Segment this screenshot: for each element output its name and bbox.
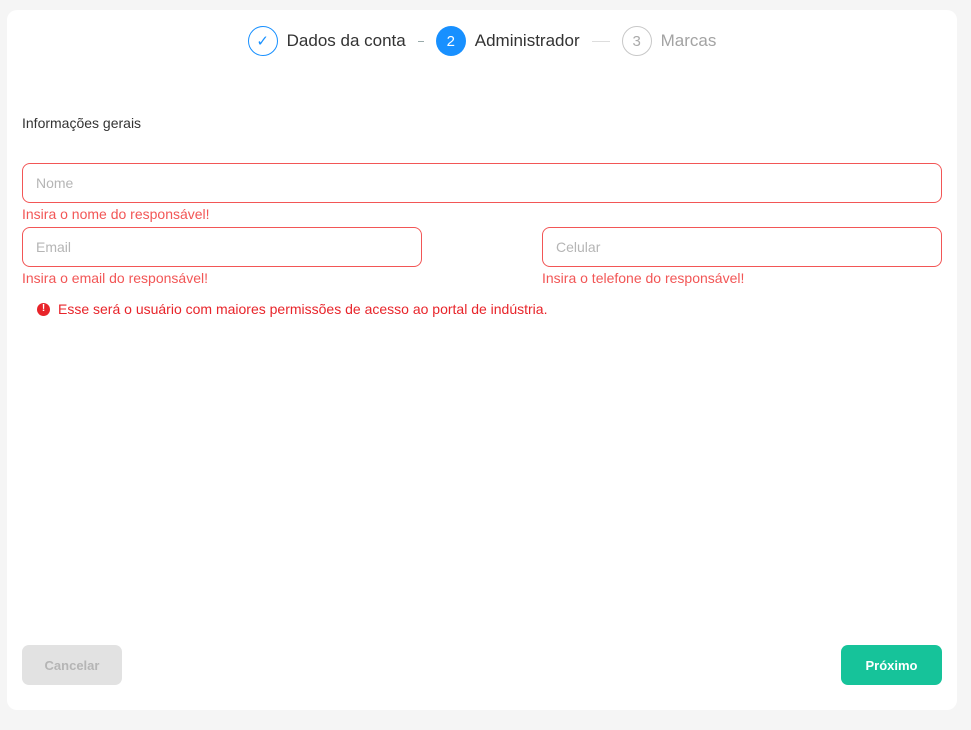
step-label: Administrador <box>474 31 580 50</box>
step-marcas[interactable]: 3 Marcas <box>621 26 717 56</box>
step-label: Dados da conta <box>286 31 406 50</box>
celular-input[interactable] <box>554 238 930 256</box>
form-card: ✓ Dados da conta 2 Administrador 3 Marca… <box>7 10 957 710</box>
email-field-wrapper <box>22 227 422 267</box>
email-input[interactable] <box>34 238 410 256</box>
step-number: 2 <box>435 26 466 56</box>
nome-error: Insira o nome do responsável! <box>22 206 210 222</box>
email-error: Insira o email do responsável! <box>22 270 208 286</box>
steps-progress: ✓ Dados da conta 2 Administrador 3 Marca… <box>7 26 957 56</box>
step-divider <box>417 40 424 42</box>
check-icon: ✓ <box>247 26 278 56</box>
nome-field-wrapper <box>22 163 942 203</box>
step-number: 3 <box>621 26 652 56</box>
nome-input[interactable] <box>34 174 930 192</box>
cancel-button[interactable]: Cancelar <box>22 645 122 685</box>
step-dados-da-conta[interactable]: ✓ Dados da conta <box>247 26 406 56</box>
next-button[interactable]: Próximo <box>841 645 942 685</box>
exclamation-circle-icon: ! <box>37 302 50 316</box>
notice-text: Esse será o usuário com maiores permissõ… <box>58 301 548 317</box>
step-administrador[interactable]: 2 Administrador <box>435 26 580 56</box>
celular-field-wrapper <box>542 227 942 267</box>
celular-error: Insira o telefone do responsável! <box>542 270 745 286</box>
admin-notice: ! Esse será o usuário com maiores permis… <box>37 301 547 317</box>
section-title: Informações gerais <box>22 115 142 131</box>
step-divider <box>591 40 610 42</box>
step-label: Marcas <box>660 31 717 50</box>
